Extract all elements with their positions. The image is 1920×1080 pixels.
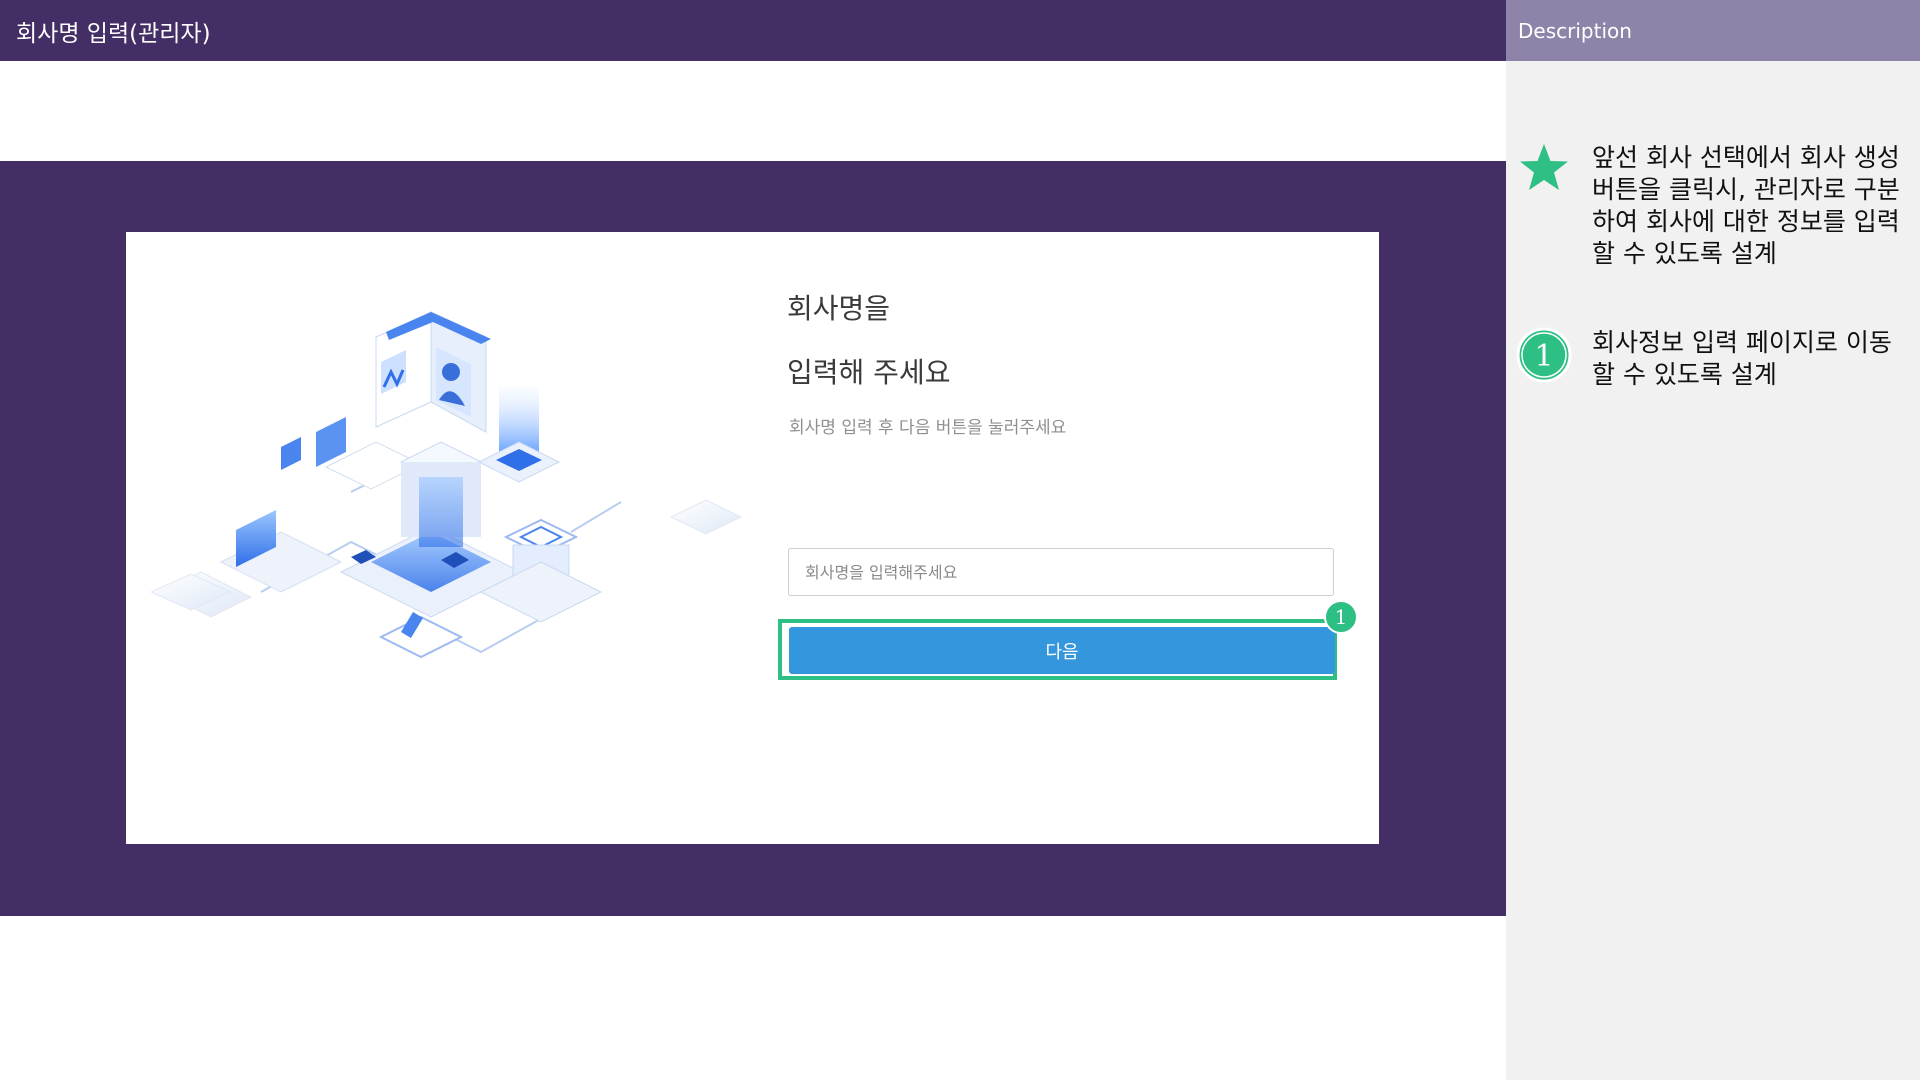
number-one-badge: 1 [1516, 327, 1572, 383]
next-button[interactable]: 다음 [789, 627, 1335, 674]
description-title: Description [1518, 18, 1632, 43]
description-item-text: 회사정보 입력 페이지로 이동할 수 있도록 설계 [1592, 328, 1892, 389]
form-subtitle: 회사명 입력 후 다음 버튼을 눌러주세요 [789, 418, 1067, 438]
form-heading-line1: 회사명을 [787, 292, 891, 325]
isometric-illustration [151, 311, 743, 659]
form-heading-line2: 입력해 주세요 [787, 356, 951, 389]
number-one-badge-label: 1 [1534, 339, 1553, 374]
annotation-badge-1-label: 1 [1335, 605, 1348, 629]
company-name-card: 회사명을 입력해 주세요 회사명 입력 후 다음 버튼을 눌러주세요 다음 1 [126, 232, 1379, 844]
description-panel: Description 앞선 회사 선택에서 회사 생성 버튼을 클릭시, 관리… [1506, 0, 1920, 1080]
annotation-badge-1: 1 [1324, 600, 1358, 634]
content-stage: 회사명을 입력해 주세요 회사명 입력 후 다음 버튼을 눌러주세요 다음 1 [0, 161, 1506, 916]
star-icon [1520, 144, 1568, 190]
page-title-bar: 회사명 입력(관리자) [0, 0, 1506, 61]
description-header: Description [1506, 0, 1920, 61]
page-title: 회사명 입력(관리자) [16, 20, 211, 47]
description-item-text: 앞선 회사 선택에서 회사 생성 버튼을 클릭시, 관리자로 구분하여 회사에 … [1592, 143, 1900, 268]
company-name-input[interactable] [788, 548, 1334, 596]
